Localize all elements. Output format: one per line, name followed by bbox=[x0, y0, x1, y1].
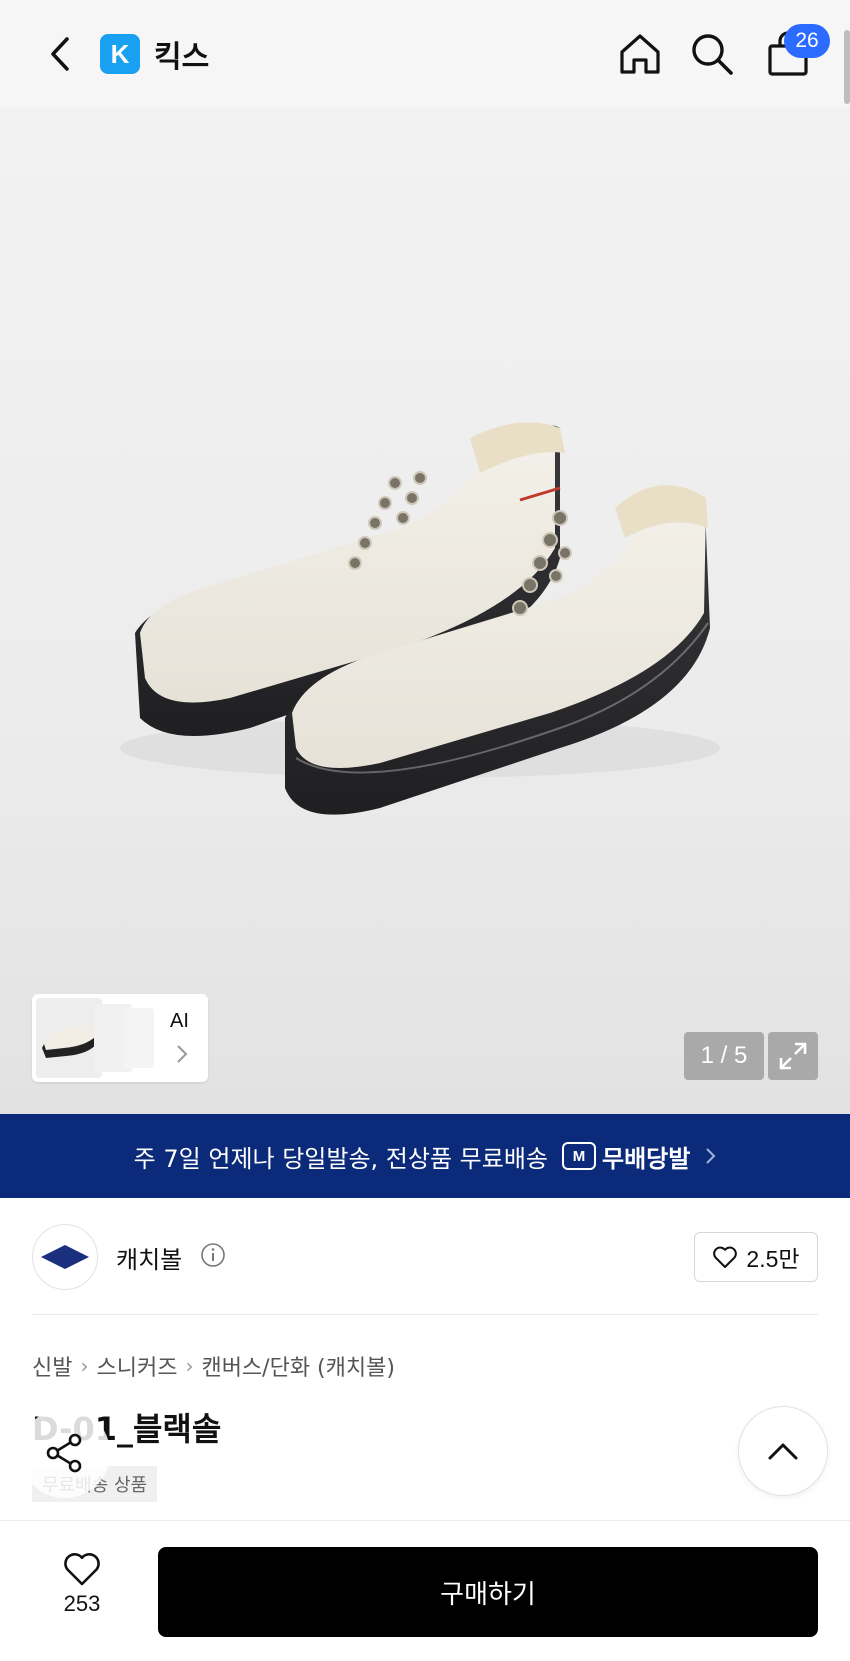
expand-icon bbox=[779, 1042, 807, 1070]
app-name: 킥스 bbox=[154, 40, 210, 75]
seller-name[interactable]: 캐치볼 bbox=[116, 1240, 182, 1275]
seller-like-count: 2.5만 bbox=[746, 1246, 800, 1272]
image-counter: 1 / 5 bbox=[684, 1032, 764, 1080]
info-icon[interactable] bbox=[200, 1242, 226, 1268]
truck-icon: M bbox=[562, 1142, 596, 1170]
heart-icon bbox=[64, 1553, 100, 1586]
home-icon bbox=[620, 34, 660, 74]
thumbnail[interactable] bbox=[124, 1008, 154, 1068]
share-button[interactable] bbox=[20, 1408, 110, 1498]
wishlist-count: 253 bbox=[63, 1591, 101, 1616]
seller-row: 캐치볼 2.5만 bbox=[0, 1198, 850, 1314]
scroll-to-top-button[interactable] bbox=[738, 1406, 828, 1496]
search-button[interactable] bbox=[688, 30, 736, 78]
buy-button[interactable]: 구매하기 bbox=[158, 1547, 818, 1637]
home-button[interactable] bbox=[616, 30, 664, 78]
delivery-promo-banner[interactable]: 주 7일 언제나 당일발송, 전상품 무료배송 M 무배당발 bbox=[0, 1114, 850, 1198]
share-icon bbox=[46, 1433, 82, 1473]
chevron-right-icon bbox=[706, 1148, 716, 1164]
divider bbox=[32, 1314, 818, 1315]
back-chevron-icon bbox=[51, 37, 69, 71]
breadcrumb-item[interactable]: 스니커즈 bbox=[96, 1350, 177, 1382]
wishlist-button[interactable]: 253 bbox=[50, 1551, 114, 1617]
chevron-up-icon bbox=[768, 1443, 798, 1460]
ai-thumbnail-label: AI bbox=[170, 1010, 189, 1032]
breadcrumb-separator-icon: › bbox=[185, 1354, 194, 1378]
product-photo bbox=[120, 422, 720, 815]
app-logo: K bbox=[100, 34, 140, 74]
thumbnail-active[interactable] bbox=[36, 998, 102, 1078]
expand-button[interactable] bbox=[768, 1032, 818, 1080]
product-image-carousel[interactable]: AI 1 / 5 bbox=[0, 108, 850, 1114]
chevron-right-icon bbox=[177, 1045, 188, 1063]
seller-like-button[interactable]: 2.5만 bbox=[694, 1232, 818, 1282]
breadcrumb-item[interactable]: 신발 bbox=[32, 1350, 72, 1382]
thumbnail-shoe-image bbox=[42, 1024, 99, 1058]
seller-logo-image bbox=[41, 1245, 89, 1269]
breadcrumb: 신발 › 스니커즈 › 캔버스/단화 (캐치볼) bbox=[32, 1350, 395, 1382]
heart-icon bbox=[713, 1246, 738, 1268]
bottom-action-bar: 253 구매하기 bbox=[0, 1520, 850, 1661]
seller-logo[interactable] bbox=[32, 1224, 98, 1290]
promo-text: 주 7일 언제나 당일발송, 전상품 무료배송 bbox=[133, 1144, 548, 1173]
scrollbar[interactable] bbox=[844, 30, 850, 104]
cart-count-badge: 26 bbox=[784, 24, 830, 58]
search-icon bbox=[692, 34, 733, 75]
back-button[interactable] bbox=[38, 30, 82, 78]
breadcrumb-separator-icon: › bbox=[80, 1354, 89, 1378]
breadcrumb-item[interactable]: 캔버스/단화 (캐치볼) bbox=[201, 1350, 395, 1382]
promo-brand: M 무배당발 bbox=[562, 1139, 690, 1174]
top-app-bar: K 킥스 26 bbox=[0, 0, 850, 108]
promo-brand-name: 무배당발 bbox=[602, 1144, 691, 1173]
thumbnail-strip[interactable]: AI bbox=[32, 994, 208, 1082]
